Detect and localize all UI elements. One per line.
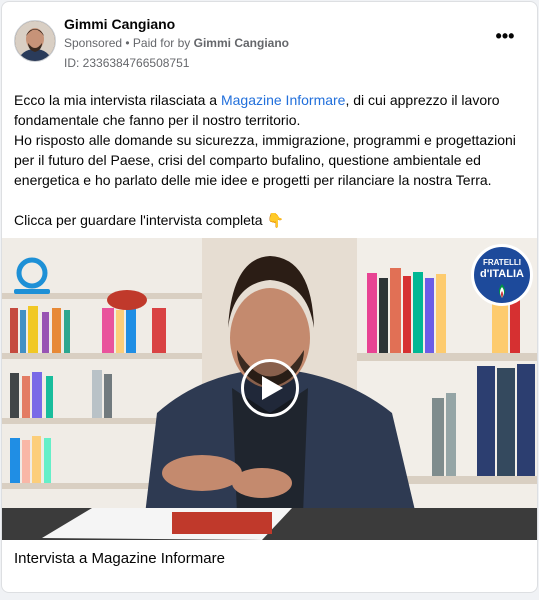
link-caption-bar[interactable]: Intervista a Magazine Informare bbox=[2, 540, 537, 580]
sponsored-label: Sponsored bbox=[64, 36, 123, 50]
more-options-icon[interactable]: ••• bbox=[493, 27, 517, 50]
channel-logo-icon bbox=[14, 257, 50, 294]
ad-card: Gimmi Cangiano Sponsored • Paid for by G… bbox=[1, 1, 538, 593]
video-caption[interactable]: Intervista a Magazine Informare bbox=[14, 550, 225, 567]
paid-prefix: • Paid for by bbox=[125, 36, 191, 50]
avatar[interactable] bbox=[14, 20, 56, 62]
post-header: Gimmi Cangiano Sponsored • Paid for by G… bbox=[14, 14, 525, 70]
paragraph-1: Ecco la mia intervista rilasciata a Maga… bbox=[14, 92, 500, 128]
sponsored-line: Sponsored • Paid for by Gimmi Cangiano bbox=[64, 36, 289, 50]
author-name[interactable]: Gimmi Cangiano bbox=[64, 16, 175, 32]
magazine-link[interactable]: Magazine Informare bbox=[221, 92, 346, 108]
paragraph-2: Ho risposto alle domande su sicurezza, i… bbox=[14, 132, 516, 188]
paragraph-3: Clicca per guardare l'intervista complet… bbox=[14, 212, 284, 228]
brand-logo-icon: FRATELLI d'ITALIA bbox=[471, 244, 533, 306]
video-thumbnail[interactable]: FRATELLI d'ITALIA bbox=[2, 238, 537, 540]
ad-id: ID: 2336384766508751 bbox=[64, 56, 190, 70]
post-body: Ecco la mia intervista rilasciata a Maga… bbox=[14, 90, 526, 230]
paid-by-name[interactable]: Gimmi Cangiano bbox=[194, 36, 289, 50]
flame-icon bbox=[499, 284, 505, 298]
play-icon[interactable] bbox=[241, 359, 299, 417]
